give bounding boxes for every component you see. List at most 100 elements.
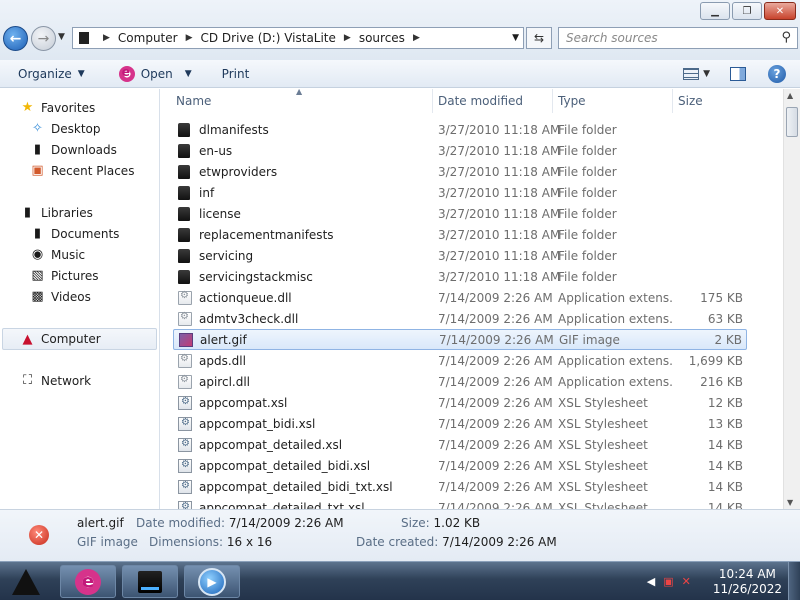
file-row[interactable]: license 3/27/2010 11:18 AM File folder <box>173 203 747 224</box>
help-icon[interactable]: ? <box>768 65 786 83</box>
file-name-text: appcompat_bidi.xsl <box>199 416 316 431</box>
network-status-icon[interactable]: ▣ <box>663 575 673 588</box>
organize-button[interactable]: Organize ▼ <box>18 67 85 81</box>
file-row[interactable]: inf 3/27/2010 11:18 AM File folder <box>173 182 747 203</box>
file-type: XSL Stylesheet <box>558 458 648 473</box>
file-type: File folder <box>558 143 617 158</box>
file-row[interactable]: alert.gif 7/14/2009 2:26 AM GIF image 2 KB <box>173 329 747 350</box>
nav-music[interactable]: ◉ Music <box>30 247 85 262</box>
search-icon[interactable]: ⚲ <box>781 30 791 45</box>
column-size[interactable]: Size <box>673 89 748 113</box>
file-type: GIF image <box>559 332 620 347</box>
back-button[interactable]: ← <box>3 26 28 51</box>
scrollbar-thumb[interactable] <box>786 107 798 137</box>
preview-pane-icon[interactable] <box>730 67 746 81</box>
nav-computer[interactable]: ▲ Computer <box>2 328 157 350</box>
address-bar[interactable]: ▶ Computer ▶ CD Drive (D:) VistaLite ▶ sou… <box>72 27 524 49</box>
open-button[interactable]: Open▼ <box>118 65 192 82</box>
column-name[interactable]: Name <box>171 89 433 113</box>
maximize-button[interactable]: ❐ <box>732 2 762 20</box>
file-row[interactable]: etwproviders 3/27/2010 11:18 AM File folde… <box>173 161 747 182</box>
column-date-modified[interactable]: Date modified <box>433 89 553 113</box>
folder-icon <box>178 269 190 284</box>
refresh-button[interactable]: ⇆ <box>526 27 552 49</box>
start-button[interactable] <box>6 566 46 598</box>
file-row[interactable]: dlmanifests 3/27/2010 11:18 AM File folder <box>173 119 747 140</box>
file-name-text: dlmanifests <box>199 122 269 137</box>
file-date: 7/14/2009 2:26 AM <box>438 416 553 431</box>
views-dropdown-icon[interactable]: ▼ <box>703 69 710 79</box>
forward-button[interactable]: → <box>31 26 56 51</box>
close-button[interactable]: ✕ <box>764 2 796 20</box>
nav-pictures[interactable]: ▧ Pictures <box>30 268 98 283</box>
file-row[interactable]: appcompat_detailed_bidi.xsl 7/14/2009 2:2… <box>173 455 747 476</box>
column-type[interactable]: Type <box>553 89 673 113</box>
taskbar-internet-explorer[interactable]: e <box>60 565 116 598</box>
change-view-icon[interactable] <box>683 68 700 80</box>
file-row[interactable]: servicingstackmisc 3/27/2010 11:18 AM File… <box>173 266 747 287</box>
show-hidden-icons-icon[interactable]: ◀ <box>647 575 655 588</box>
scroll-down-icon[interactable]: ▼ <box>787 498 793 507</box>
nav-videos[interactable]: ▩ Videos <box>30 289 91 304</box>
minimize-button[interactable]: ▁ <box>700 2 730 20</box>
details-size: Size: 1.02 KB <box>401 516 480 530</box>
file-row[interactable]: replacementmanifests 3/27/2010 11:18 AM Fi… <box>173 224 747 245</box>
file-row[interactable]: servicing 3/27/2010 11:18 AM File folder <box>173 245 747 266</box>
nav-recent-places[interactable]: ▣ Recent Places <box>30 163 134 178</box>
file-row[interactable]: appcompat_detailed_bidi_txt.xsl 7/14/2009… <box>173 476 747 497</box>
recent-pages-dropdown[interactable]: ▼ <box>58 32 65 42</box>
file-name: apds.dll <box>178 353 246 368</box>
nav-libraries[interactable]: ▮ Libraries <box>20 205 93 220</box>
file-row[interactable]: appcompat_detailed.xsl 7/14/2009 2:26 AM X… <box>173 434 747 455</box>
file-type: Application extens... <box>558 353 673 368</box>
folder-icon <box>79 32 89 44</box>
file-row[interactable]: appcompat_bidi.xsl 7/14/2009 2:26 AM XSL S… <box>173 413 747 434</box>
file-size: 13 KB <box>707 416 743 431</box>
file-row[interactable]: actionqueue.dll 7/14/2009 2:26 AM Applicat… <box>173 287 747 308</box>
chevron-down-icon: ▼ <box>184 68 192 79</box>
volume-muted-icon[interactable]: ✕ <box>682 575 691 588</box>
taskbar-media-player[interactable]: ▶ <box>184 565 240 598</box>
breadcrumb-computer[interactable]: Computer ▶ <box>118 31 193 45</box>
file-name-text: admtv3check.dll <box>199 311 299 326</box>
file-type: File folder <box>558 122 617 137</box>
details-date-modified-value: 7/14/2009 2:26 AM <box>228 516 344 530</box>
file-row[interactable]: appcompat.xsl 7/14/2009 2:26 AM XSL Styles… <box>173 392 747 413</box>
nav-network[interactable]: ⛶ Network <box>20 373 91 388</box>
print-button[interactable]: Print <box>222 67 250 81</box>
chevron-down-icon: ▼ <box>77 68 85 79</box>
dll-icon <box>178 311 192 326</box>
nav-downloads[interactable]: ▮ Downloads <box>30 142 117 157</box>
search-input[interactable]: Search sources ⚲ <box>558 27 798 49</box>
file-date: 7/14/2009 2:26 AM <box>438 395 553 410</box>
scroll-up-icon[interactable]: ▲ <box>787 91 793 100</box>
file-date: 7/14/2009 2:26 AM <box>438 374 553 389</box>
nav-desktop[interactable]: ✧ Desktop <box>30 121 100 136</box>
clock-time: 10:24 AM <box>718 566 776 581</box>
file-size: 14 KB <box>707 437 743 452</box>
file-row[interactable]: en-us 3/27/2010 11:18 AM File folder <box>173 140 747 161</box>
taskbar-windows-explorer[interactable] <box>122 565 178 598</box>
file-row[interactable]: admtv3check.dll 7/14/2009 2:26 AM Applicat… <box>173 308 747 329</box>
address-dropdown-icon[interactable]: ▼ <box>512 33 519 43</box>
xsl-icon <box>178 479 192 494</box>
file-name-text: appcompat_detailed_txt.xsl <box>199 500 365 510</box>
file-name-text: appcompat_detailed.xsl <box>199 437 343 452</box>
clock[interactable]: 10:24 AM 11/26/2022 <box>713 567 782 597</box>
file-type: File folder <box>558 248 617 263</box>
file-name: admtv3check.dll <box>178 311 299 326</box>
breadcrumb-sources[interactable]: sources ▶ <box>359 31 420 45</box>
file-size: 14 KB <box>707 458 743 473</box>
vertical-scrollbar[interactable]: ▲ ▼ <box>783 89 800 509</box>
nav-documents[interactable]: ▮ Documents <box>30 226 120 241</box>
nav-favorites[interactable]: ★ Favorites <box>20 100 96 115</box>
show-desktop-button[interactable] <box>788 562 800 600</box>
details-filetype: GIF image <box>77 535 138 549</box>
file-row[interactable]: apircl.dll 7/14/2009 2:26 AM Application e… <box>173 371 747 392</box>
pictures-icon: ▧ <box>31 268 44 283</box>
breadcrumb-root-arrow[interactable]: ▶ <box>95 33 110 43</box>
file-name: inf <box>178 185 214 200</box>
file-row[interactable]: apds.dll 7/14/2009 2:26 AM Application ext… <box>173 350 747 371</box>
file-row[interactable]: appcompat_detailed_txt.xsl 7/14/2009 2:26… <box>173 497 747 509</box>
breadcrumb-cd-drive[interactable]: CD Drive (D:) VistaLite ▶ <box>201 31 351 45</box>
